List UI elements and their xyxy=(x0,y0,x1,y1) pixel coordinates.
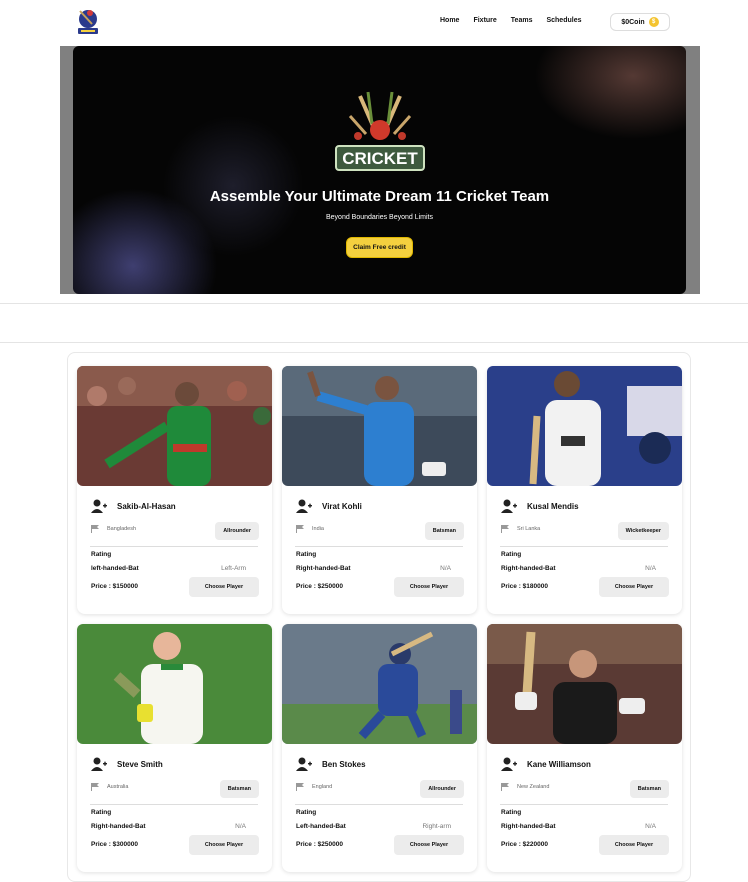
role-badge: Batsman xyxy=(219,780,259,798)
choose-player-button[interactable]: Choose Player xyxy=(599,835,669,855)
player-card: Sakib-Al-Hasan Bangladesh Allrounder Rat… xyxy=(77,366,272,614)
cricket-logo-icon: CRICKET xyxy=(330,88,430,174)
player-price: Price : $250000 xyxy=(296,841,343,848)
choose-player-button[interactable]: Choose Player xyxy=(394,835,464,855)
flag-icon xyxy=(501,783,509,791)
player-card: Kane Williamson New Zealand Batsman Rati… xyxy=(487,624,682,872)
role-badge: Allrounder xyxy=(420,780,464,798)
player-photo xyxy=(77,624,272,744)
player-price: Price : $250000 xyxy=(296,583,343,590)
hero-banner: CRICKET Assemble Your Ultimate Dream 11 … xyxy=(73,46,686,294)
rating-label: Rating xyxy=(501,551,522,558)
batting-style: Right-handed-Bat xyxy=(501,565,556,572)
player-card: Kusal Mendis Sri Lanka Wicketkeeper Rati… xyxy=(487,366,682,614)
add-user-icon xyxy=(296,757,312,771)
choose-player-button[interactable]: Choose Player xyxy=(189,577,259,597)
rating-label: Rating xyxy=(296,551,317,558)
nav-home[interactable]: Home xyxy=(440,16,459,26)
role-badge: Batsman xyxy=(629,780,669,798)
nav-fixture[interactable]: Fixture xyxy=(473,16,496,26)
player-country: England xyxy=(312,784,333,790)
bowling-style: N/A xyxy=(440,565,451,572)
role-badge: Wicketkeeper xyxy=(617,522,669,540)
player-photo xyxy=(487,624,682,744)
divider xyxy=(500,804,668,805)
batting-style: Left-handed-Bat xyxy=(296,823,346,830)
batting-style: left-handed-Bat xyxy=(91,565,139,572)
bowling-style: N/A xyxy=(235,823,246,830)
player-name: Kusal Mendis xyxy=(527,501,579,511)
role-badge: Batsman xyxy=(424,522,464,540)
player-name: Virat Kohli xyxy=(322,501,362,511)
rating-label: Rating xyxy=(296,809,317,816)
role-badge: Allrounder xyxy=(215,522,259,540)
batting-style: Right-handed-Bat xyxy=(296,565,351,572)
player-country: New Zealand xyxy=(517,784,550,790)
hero-title: Assemble Your Ultimate Dream 11 Cricket … xyxy=(209,188,550,205)
flag-icon xyxy=(91,783,99,791)
nav-schedules[interactable]: Schedules xyxy=(546,16,581,26)
player-price: Price : $180000 xyxy=(501,583,548,590)
player-name: Sakib-Al-Hasan xyxy=(117,501,176,511)
add-user-icon xyxy=(91,499,107,513)
player-card: Ben Stokes England Allrounder Rating Lef… xyxy=(282,624,477,872)
player-photo xyxy=(282,624,477,744)
player-country: India xyxy=(312,526,324,532)
flag-icon xyxy=(296,783,304,791)
bowling-style: Left-Arm xyxy=(221,565,246,572)
player-photo xyxy=(77,366,272,486)
player-photo xyxy=(487,366,682,486)
player-name: Ben Stokes xyxy=(322,759,366,769)
player-name: Kane Williamson xyxy=(527,759,591,769)
divider xyxy=(500,546,668,547)
flag-icon xyxy=(296,525,304,533)
player-name: Steve Smith xyxy=(117,759,163,769)
bowling-style: Right-arm xyxy=(422,823,451,830)
dollar-coin-icon: $ xyxy=(648,17,659,27)
hero-section: CRICKET Assemble Your Ultimate Dream 11 … xyxy=(60,46,700,294)
batting-style: Right-handed-Bat xyxy=(91,823,146,830)
bowling-style: N/A xyxy=(645,823,656,830)
top-nav: Home Fixture Teams Schedules $0Coin $ xyxy=(0,0,748,44)
player-photo xyxy=(282,366,477,486)
player-country: Bangladesh xyxy=(107,526,137,532)
player-price: Price : $300000 xyxy=(91,841,138,848)
choose-player-button[interactable]: Choose Player xyxy=(599,577,669,597)
divider xyxy=(90,546,258,547)
coin-balance-label: $0Coin xyxy=(621,18,645,26)
player-country: Sri Lanka xyxy=(517,526,541,532)
player-grid: Sakib-Al-Hasan Bangladesh Allrounder Rat… xyxy=(67,352,691,882)
flag-icon xyxy=(501,525,509,533)
add-user-icon xyxy=(296,499,312,513)
add-user-icon xyxy=(91,757,107,771)
choose-player-button[interactable]: Choose Player xyxy=(189,835,259,855)
claim-free-credit-button[interactable]: Claim Free credit xyxy=(346,237,413,258)
coin-balance-button[interactable]: $0Coin $ xyxy=(610,13,670,31)
rating-label: Rating xyxy=(501,809,522,816)
batting-style: Right-handed-Bat xyxy=(501,823,556,830)
section-divider xyxy=(0,303,748,343)
divider xyxy=(295,546,463,547)
add-user-icon xyxy=(501,757,517,771)
site-logo[interactable] xyxy=(72,6,104,38)
rating-label: Rating xyxy=(91,809,112,816)
player-country: Australia xyxy=(107,784,129,790)
player-card: Virat Kohli India Batsman Rating Right-h… xyxy=(282,366,477,614)
player-price: Price : $220000 xyxy=(501,841,548,848)
flag-icon xyxy=(91,525,99,533)
bowling-style: N/A xyxy=(645,565,656,572)
choose-player-button[interactable]: Choose Player xyxy=(394,577,464,597)
player-card: Steve Smith Australia Batsman Rating Rig… xyxy=(77,624,272,872)
hero-subtitle: Beyond Boundaries Beyond Limits xyxy=(325,214,433,221)
svg-text:CRICKET: CRICKET xyxy=(342,149,418,168)
nav-links: Home Fixture Teams Schedules xyxy=(440,16,595,26)
nav-teams[interactable]: Teams xyxy=(511,16,533,26)
divider xyxy=(90,804,258,805)
player-price: Price : $150000 xyxy=(91,583,138,590)
divider xyxy=(295,804,463,805)
add-user-icon xyxy=(501,499,517,513)
rating-label: Rating xyxy=(91,551,112,558)
